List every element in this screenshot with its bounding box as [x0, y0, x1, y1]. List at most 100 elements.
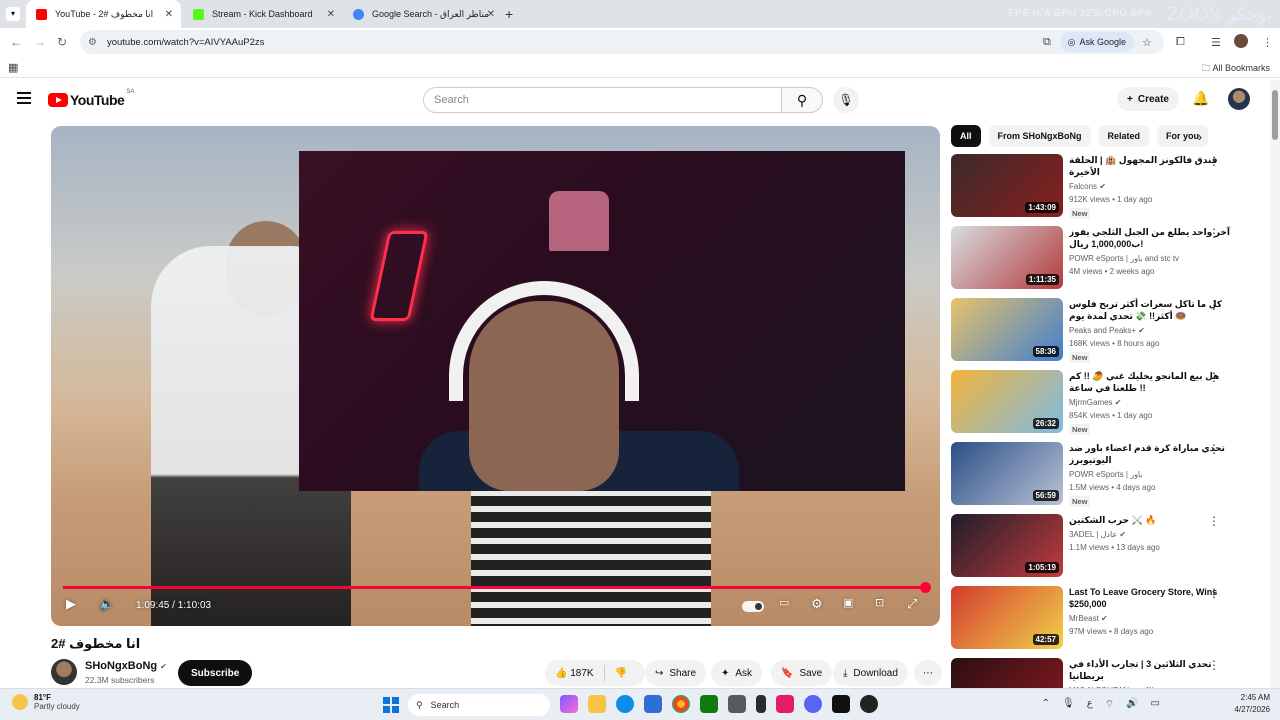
apps-grid-icon[interactable]: ▦ [8, 61, 18, 74]
network-icon[interactable]: ⌔ [1105, 698, 1114, 711]
settings-gear-icon[interactable]: ⚙ [811, 596, 823, 612]
fullscreen-icon[interactable]: ⤢ [907, 596, 917, 612]
create-button[interactable]: + Create [1117, 87, 1179, 111]
chip-all[interactable]: All [951, 125, 981, 147]
input-language-icon[interactable]: ع [1087, 698, 1093, 711]
url-text[interactable]: youtube.com/watch?v=AIVYAAuP2zs [107, 37, 264, 48]
battery-icon[interactable]: ▭ [1151, 698, 1160, 711]
like-button[interactable]: 👍 187K [555, 668, 594, 679]
file-explorer-icon[interactable] [588, 695, 606, 713]
new-tab-button[interactable]: + [505, 6, 513, 22]
page-scrollbar[interactable] [1270, 80, 1280, 690]
volume-icon[interactable]: 🔈 [99, 596, 115, 612]
account-avatar[interactable] [1228, 88, 1250, 110]
recommendation-channel[interactable]: POWR eSports | باور and stc tv [1069, 254, 1179, 263]
tab-search-button[interactable]: ▾ [6, 7, 20, 21]
recommendation-channel[interactable]: 3ADEL | عادل ✔ [1069, 530, 1126, 539]
weather-widget[interactable]: 81°F Partly cloudy [12, 693, 80, 711]
taskbar-clock[interactable]: 2:45 AM 4/27/2026 [1234, 692, 1270, 716]
recommendation-channel[interactable]: MrBeast ✔ [1069, 614, 1108, 623]
chrome-menu-icon[interactable]: ⋮ [1262, 36, 1273, 49]
video-thumbnail[interactable]: 58:36 [951, 298, 1063, 361]
ask-button[interactable]: ✦ Ask [711, 660, 763, 686]
more-vertical-icon[interactable]: ⋮ [1208, 658, 1220, 672]
windows-start-icon[interactable] [383, 697, 399, 713]
obs-icon[interactable] [860, 695, 878, 713]
recommendation-item[interactable]: 56:59 تحدي مباراة كرة قدم اعضاء باور ضد ا… [951, 442, 1261, 507]
edge-icon[interactable] [616, 695, 634, 713]
microphone-icon[interactable]: 🎙 [1062, 698, 1075, 711]
reload-icon[interactable]: ↻ [57, 35, 67, 49]
progress-bar[interactable] [63, 582, 932, 593]
dislike-button[interactable]: 👎 [615, 668, 627, 679]
video-thumbnail[interactable]: 1:05:19 [951, 514, 1063, 577]
miniplayer-icon[interactable]: ▣ [843, 596, 853, 609]
site-info-icon[interactable]: ⚙ [88, 37, 97, 48]
hamburger-menu-icon[interactable] [17, 92, 31, 104]
search-input[interactable]: Search [423, 87, 782, 113]
store-icon[interactable] [644, 695, 662, 713]
profile-avatar[interactable] [1234, 34, 1248, 48]
more-vertical-icon[interactable]: ⋮ [1208, 514, 1220, 528]
chip-from-channel[interactable]: From SHoNgxBoNg [988, 125, 1091, 147]
recommendation-item[interactable]: 58:36 كل ما تاكل سعرات أكثر تربح فلوس أكث… [951, 298, 1261, 363]
all-bookmarks-link[interactable]: 🗀 All Bookmarks [1201, 61, 1270, 77]
more-vertical-icon[interactable]: ⋮ [1208, 586, 1220, 600]
recommendation-channel[interactable]: Falcons ✔ [1069, 182, 1106, 191]
recommendation-item[interactable]: 1:43:09 فندق فالكونز المجهول 🏨 | الحلقة ا… [951, 154, 1261, 219]
close-tab-icon[interactable]: ✕ [165, 9, 173, 20]
more-vertical-icon[interactable]: ⋮ [1208, 298, 1220, 312]
close-tab-icon[interactable]: ✕ [327, 9, 335, 20]
search-button[interactable]: ⚲ [781, 87, 823, 113]
save-button[interactable]: 🔖 Save [771, 660, 833, 686]
scrollbar-thumb[interactable] [1272, 90, 1278, 140]
video-thumbnail[interactable]: 42:57 [951, 586, 1063, 649]
video-thumbnail[interactable]: 1:11:35 [951, 226, 1063, 289]
extensions-icon[interactable]: ⧠ [1176, 36, 1185, 49]
forward-icon[interactable]: → [34, 35, 46, 49]
tiktok-icon[interactable] [832, 695, 850, 713]
chevron-right-icon[interactable]: › [1198, 130, 1202, 144]
more-vertical-icon[interactable]: ⋮ [1208, 226, 1220, 240]
tab-kick[interactable]: Stream - Kick Dashboard ✕ [183, 0, 343, 28]
share-button[interactable]: ↪ Share [645, 660, 707, 686]
more-actions-button[interactable]: ⋯ [914, 660, 942, 686]
ask-google-button[interactable]: ◎ Ask Google [1059, 32, 1134, 52]
bookmark-star-icon[interactable]: ☆ [1142, 36, 1152, 49]
chrome-icon[interactable] [672, 695, 690, 713]
recommendation-channel[interactable]: MjrmGames ✔ [1069, 398, 1122, 407]
channel-name[interactable]: SHoNgxBoNg ✔ [85, 660, 167, 672]
scrubber-handle[interactable] [920, 582, 932, 593]
subscribe-button[interactable]: Subscribe [178, 660, 253, 686]
close-tab-icon[interactable]: ✕ [487, 9, 495, 20]
video-thumbnail[interactable]: 1:43:09 [951, 154, 1063, 217]
video-player[interactable]: ▶ 🔈 1:09:45 / 1:10:03 ▭ ⚙ ▣ ⊡ ⤢ [51, 126, 940, 626]
voice-search-button[interactable]: 🎙 [833, 87, 859, 113]
video-thumbnail[interactable]: 26:32 [951, 370, 1063, 433]
more-vertical-icon[interactable]: ⋮ [1208, 442, 1220, 456]
xbox-icon[interactable] [700, 695, 718, 713]
iptv-app-icon[interactable] [776, 695, 794, 713]
copilot-icon[interactable] [560, 695, 578, 713]
back-icon[interactable]: ← [10, 35, 22, 49]
recommendation-channel[interactable]: POWR eSports | باور [1069, 470, 1143, 479]
cast-icon[interactable]: ⊡ [875, 596, 884, 609]
recommendation-item[interactable]: 26:32 هل بيع المانجو يخليك غني 🥭 !! كم طل… [951, 370, 1261, 435]
tab-youtube[interactable]: YouTube - انا مخطوف #2 ✕ [26, 0, 181, 28]
download-button[interactable]: ⤓ Download [833, 660, 908, 686]
taskbar-search[interactable]: ⚲ Search [408, 694, 550, 716]
reading-list-icon[interactable]: ☰ [1211, 36, 1221, 49]
discord-icon[interactable] [804, 695, 822, 713]
notifications-bell-icon[interactable]: 🔔 [1192, 90, 1209, 107]
install-app-icon[interactable]: ⧉ [1043, 36, 1051, 49]
captions-icon[interactable]: ▭ [779, 596, 789, 609]
recommendation-item[interactable]: 1:05:19 حرب الشكتين ⚔️ 🔥 3ADEL | عادل ✔ 1.1… [951, 514, 1261, 578]
chevron-up-icon[interactable]: ⌃ [1042, 698, 1050, 711]
phone-link-icon[interactable] [756, 695, 766, 713]
youtube-logo[interactable]: YouTube SA [48, 89, 134, 108]
volume-icon[interactable]: 🔊 [1126, 698, 1138, 711]
recommendation-item[interactable]: 1:11:35 آخر واحد يطلع من الجبل الثلجي يفو… [951, 226, 1261, 290]
recommendation-item[interactable]: 42:57 Last To Leave Grocery Store, Wins $… [951, 586, 1261, 650]
omnibox[interactable]: ⚙ youtube.com/watch?v=AIVYAAuP2zs [80, 30, 1164, 54]
more-vertical-icon[interactable]: ⋮ [1208, 154, 1220, 168]
